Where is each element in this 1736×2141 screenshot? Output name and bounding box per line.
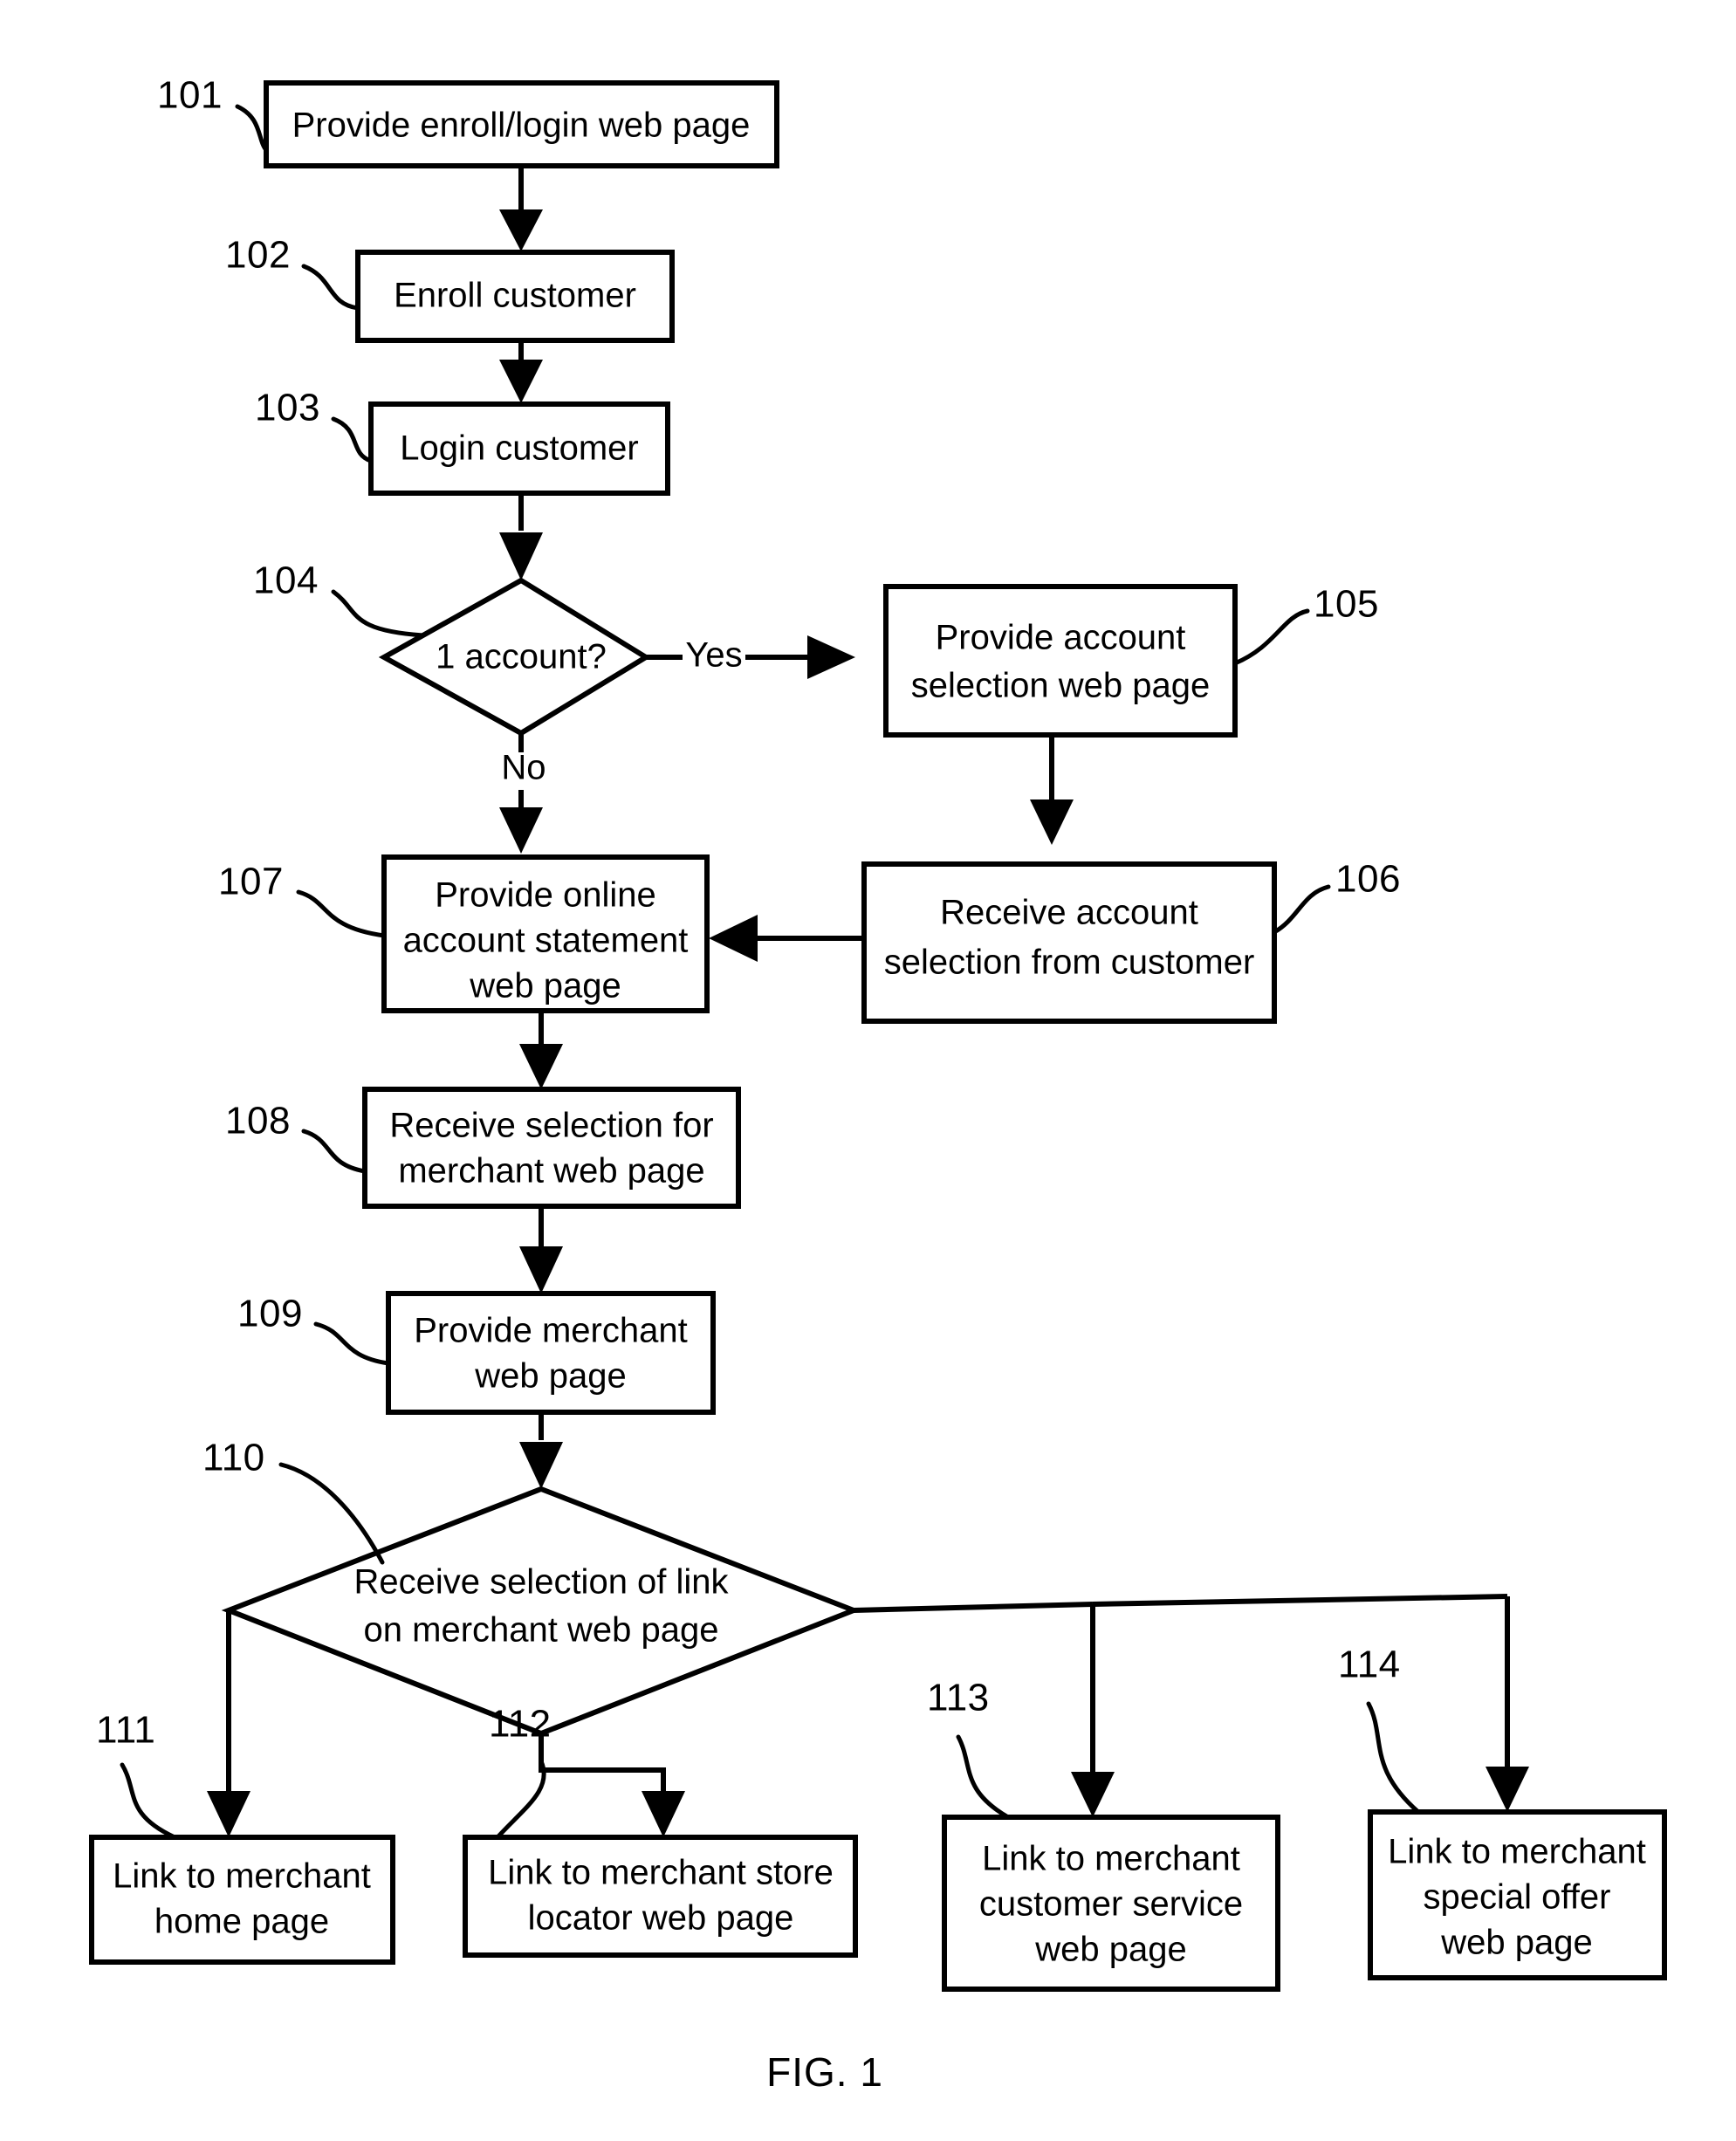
node-110: Receive selection of link on merchant we… [221,1486,861,1737]
connector-106-to-107 [709,915,864,962]
connector-107-to-108 [519,1011,563,1089]
connector-101-to-102 [499,166,543,251]
node-108: Receive selection for merchant web page [362,1087,741,1209]
node-114-label-line-1: Link to merchant [1388,1833,1646,1871]
ref-number-109: 109 [237,1293,303,1335]
node-109: Provide merchant web page [386,1291,716,1415]
ref-number-106: 106 [1335,858,1401,901]
node-114-label-line-2: special offer [1424,1878,1611,1917]
node-105: Provide account selection web page [883,584,1238,738]
node-110-label-line-2: on merchant web page [364,1611,719,1650]
ref-callout-112: 112 [489,1703,552,1840]
node-104-label-line-1: 1 account? [436,638,607,676]
ref-callout-108: 108 [225,1100,367,1174]
node-102: Enroll customer [355,250,675,343]
ref-number-114: 114 [1338,1643,1401,1686]
node-113-label-line-1: Link to merchant [982,1840,1240,1878]
ref-callout-102: 102 [225,234,360,311]
node-111-label-line-1: Link to merchant [113,1857,371,1896]
connector-105-to-106 [1030,735,1074,845]
connector-110-to-114 [1092,1594,1529,1812]
ref-callout-109: 109 [237,1293,391,1366]
node-112-label-line-2: locator web page [528,1899,794,1938]
ref-number-112: 112 [489,1703,552,1746]
node-103-label-line-1: Login customer [400,429,638,468]
node-114-label-line-3: web page [1440,1924,1592,1962]
node-108-label-line-1: Receive selection for [389,1107,713,1145]
ref-callout-114: 114 [1338,1643,1421,1815]
ref-callout-110: 110 [202,1437,385,1565]
node-113-label-line-2: customer service [979,1885,1243,1924]
node-103: Login customer [368,401,670,496]
node-101: Provide enroll/login web page [264,80,779,168]
ref-number-104: 104 [253,559,319,602]
ref-number-103: 103 [255,387,320,429]
node-113-label-line-3: web page [1034,1931,1186,1969]
node-107-label-line-3: web page [469,967,621,1005]
node-101-label-line-1: Provide enroll/login web page [292,106,751,145]
node-113: Link to merchant customer service web pa… [942,1815,1280,1992]
ref-callout-103: 103 [255,387,374,463]
figure-caption: FIG. 1 [766,2049,883,2095]
connector-110-to-111 [207,1610,250,1837]
ref-callout-105: 105 [1232,583,1379,666]
connector-103-to-104 [499,493,543,580]
node-112: Link to merchant store locator web page [463,1835,858,1958]
node-108-label-line-2: merchant web page [398,1152,704,1191]
ref-callout-111: 111 [96,1709,177,1840]
node-107-label-line-2: account statement [403,922,689,960]
connector-104-to-105 [646,635,855,679]
node-104: 1 account? [378,577,651,737]
node-106-label-line-1: Receive account [940,894,1198,932]
edge-label-no: No [501,749,546,787]
ref-number-105: 105 [1314,583,1379,626]
ref-number-102: 102 [225,234,291,277]
flowchart-canvas: Provide enroll/login web page Enroll cus… [89,74,1667,2095]
ref-number-113: 113 [927,1677,990,1719]
ref-number-111: 111 [96,1709,155,1752]
ref-callout-101: 101 [157,74,269,153]
node-109-label-line-2: web page [474,1357,626,1396]
node-102-label-line-1: Enroll customer [394,277,636,315]
node-107-label-line-1: Provide online [435,876,656,915]
connector-102-to-103 [499,340,543,403]
node-111-label-line-2: home page [154,1903,329,1941]
ref-callout-106: 106 [1272,858,1401,935]
node-114: Link to merchant special offer web page [1368,1809,1667,1980]
node-107: Provide online account statement web pag… [381,854,710,1013]
node-105-label-line-2: selection web page [911,667,1210,705]
connector-110-to-112 [539,1733,685,1837]
node-111: Link to merchant home page [89,1835,395,1965]
node-105-label-line-1: Provide account [936,619,1186,657]
ref-callout-107: 107 [218,861,387,938]
node-106-label-line-2: selection from customer [884,944,1255,982]
ref-number-108: 108 [225,1100,291,1143]
edge-label-yes: Yes [685,636,742,675]
ref-callout-104: 104 [253,559,426,638]
ref-number-101: 101 [157,74,223,117]
ref-number-110: 110 [202,1437,265,1479]
node-110-label-line-1: Receive selection of link [353,1563,729,1602]
patent-figure-page: Provide enroll/login web page Enroll cus… [0,0,1736,2141]
ref-number-107: 107 [218,861,284,903]
node-106: Receive account selection from customer [861,861,1277,1024]
connector-108-to-109 [519,1206,563,1294]
node-109-label-line-1: Provide merchant [414,1312,687,1350]
ref-callout-113: 113 [927,1677,1011,1820]
connector-109-to-110 [519,1412,563,1489]
node-112-label-line-1: Link to merchant store [488,1854,834,1892]
